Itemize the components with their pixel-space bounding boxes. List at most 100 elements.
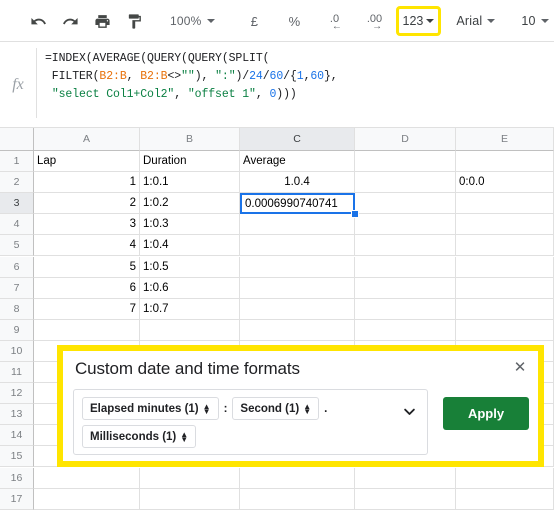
grid-cell-A17[interactable] (34, 488, 140, 510)
row-header-6[interactable]: 6 (0, 256, 34, 278)
grid-cell-E8[interactable] (456, 298, 554, 320)
grid-cell-B6[interactable]: 1:0.5 (140, 256, 240, 278)
grid-cell-C6[interactable] (240, 256, 355, 278)
number-format-button[interactable]: 123 (395, 6, 442, 36)
grid-cell-B2[interactable]: 1:0.1 (140, 172, 240, 194)
row-header-4[interactable]: 4 (0, 214, 34, 236)
grid-cell-D16[interactable] (355, 467, 456, 489)
row-header-12[interactable]: 12 (0, 383, 34, 405)
grid-cell-D1[interactable] (355, 151, 456, 173)
row-header-2[interactable]: 2 (0, 172, 34, 194)
grid-cell-A8[interactable]: 7 (34, 298, 140, 320)
grid-cell-D2[interactable] (355, 172, 456, 194)
grid-cell-C5[interactable] (240, 235, 355, 257)
grid-cell-E7[interactable] (456, 277, 554, 299)
column-header-d[interactable]: D (355, 128, 456, 151)
increase-decimal-button[interactable]: .00 → (359, 7, 391, 35)
grid-cell-B4[interactable]: 1:0.3 (140, 214, 240, 236)
grid-cell-D5[interactable] (355, 235, 456, 257)
grid-cell-C7[interactable] (240, 277, 355, 299)
select-all-corner[interactable] (0, 128, 34, 151)
grid-cell-A7[interactable]: 6 (34, 277, 140, 299)
column-header-c[interactable]: C (240, 128, 355, 151)
grid-cell-B5[interactable]: 1:0.4 (140, 235, 240, 257)
grid-cell-A6[interactable]: 5 (34, 256, 140, 278)
formula-input[interactable]: =INDEX(AVERAGE(QUERY(QUERY(SPLIT( FILTER… (37, 42, 554, 128)
column-header-e[interactable]: E (456, 128, 554, 151)
format-token-field[interactable]: Elapsed minutes (1) ▲ ▼ : Second (1) ▲ ▼ .… (73, 389, 428, 455)
decrease-decimal-button[interactable]: .0 ← (319, 7, 351, 35)
row-header-17[interactable]: 17 (0, 488, 34, 510)
row-header-15[interactable]: 15 (0, 446, 34, 468)
grid-cell-D4[interactable] (355, 214, 456, 236)
paint-format-icon[interactable] (118, 7, 150, 35)
row-header-9[interactable]: 9 (0, 319, 34, 341)
row-header-5[interactable]: 5 (0, 235, 34, 257)
row-header-11[interactable]: 11 (0, 362, 34, 384)
grid-cell-E3[interactable] (456, 193, 554, 215)
grid-cell-A3[interactable]: 2 (34, 193, 140, 215)
row-header-16[interactable]: 16 (0, 467, 34, 489)
currency-format-button[interactable]: £ (239, 7, 271, 35)
grid-cell-A4[interactable]: 3 (34, 214, 140, 236)
grid-cell-A1[interactable]: Lap (34, 151, 140, 173)
row-header-14[interactable]: 14 (0, 425, 34, 447)
cell-value: 1:0.1 (143, 176, 169, 189)
grid-cell-C9[interactable] (240, 319, 355, 341)
row-header-8[interactable]: 8 (0, 298, 34, 320)
grid-cell-D8[interactable] (355, 298, 456, 320)
grid-cell-E4[interactable] (456, 214, 554, 236)
grid-cell-C1[interactable]: Average (240, 151, 355, 173)
fill-handle[interactable] (351, 210, 359, 219)
grid-cell-C2[interactable]: 1.0.4 (240, 172, 355, 194)
undo-icon[interactable] (22, 7, 54, 35)
grid-cell-E16[interactable] (456, 467, 554, 489)
column-header-b[interactable]: B (140, 128, 240, 151)
grid-cell-D17[interactable] (355, 488, 456, 510)
grid-cell-B17[interactable] (140, 488, 240, 510)
grid-cell-B16[interactable] (140, 467, 240, 489)
grid-cell-A16[interactable] (34, 467, 140, 489)
grid-cell-E17[interactable] (456, 488, 554, 510)
grid-cell-D6[interactable] (355, 256, 456, 278)
grid-cell-C4[interactable] (240, 214, 355, 236)
row-header-10[interactable]: 10 (0, 340, 34, 362)
grid-cell-B3[interactable]: 1:0.2 (140, 193, 240, 215)
format-presets-chevron-down-icon[interactable] (402, 404, 417, 424)
active-cell-C3[interactable]: 0.0006990740741 (240, 193, 355, 215)
column-header-a[interactable]: A (34, 128, 140, 151)
print-icon[interactable] (86, 7, 118, 35)
grid-cell-D9[interactable] (355, 319, 456, 341)
font-family-selector[interactable]: Arial (450, 8, 501, 34)
grid-cell-B7[interactable]: 1:0.6 (140, 277, 240, 299)
grid-cell-A5[interactable]: 4 (34, 235, 140, 257)
redo-icon[interactable] (54, 7, 86, 35)
grid-cell-B9[interactable] (140, 319, 240, 341)
row-header-7[interactable]: 7 (0, 277, 34, 299)
grid-cell-E2[interactable]: 0:0.0 (456, 172, 554, 194)
row-header-1[interactable]: 1 (0, 151, 34, 173)
row-header-3[interactable]: 3 (0, 193, 34, 215)
grid-cell-B8[interactable]: 1:0.7 (140, 298, 240, 320)
grid-cell-D7[interactable] (355, 277, 456, 299)
row-header-13[interactable]: 13 (0, 404, 34, 426)
token-chip-milliseconds[interactable]: Milliseconds (1) ▲ ▼ (82, 425, 197, 448)
grid-cell-A9[interactable] (34, 319, 140, 341)
token-chip-elapsed-minutes[interactable]: Elapsed minutes (1) ▲ ▼ (82, 397, 219, 420)
token-chip-second[interactable]: Second (1) ▲ ▼ (232, 397, 320, 420)
grid-cell-C17[interactable] (240, 488, 355, 510)
zoom-selector[interactable]: 100% (164, 14, 221, 28)
grid-cell-E6[interactable] (456, 256, 554, 278)
percent-format-button[interactable]: % (279, 7, 311, 35)
font-size-selector[interactable]: 10 (515, 8, 554, 34)
apply-button[interactable]: Apply (443, 397, 529, 430)
grid-cell-C16[interactable] (240, 467, 355, 489)
grid-cell-E1[interactable] (456, 151, 554, 173)
close-icon[interactable]: ✕ (511, 359, 529, 377)
grid-cell-A2[interactable]: 1 (34, 172, 140, 194)
grid-cell-D3[interactable] (355, 193, 456, 215)
grid-cell-E5[interactable] (456, 235, 554, 257)
grid-cell-E9[interactable] (456, 319, 554, 341)
grid-cell-B1[interactable]: Duration (140, 151, 240, 173)
grid-cell-C8[interactable] (240, 298, 355, 320)
